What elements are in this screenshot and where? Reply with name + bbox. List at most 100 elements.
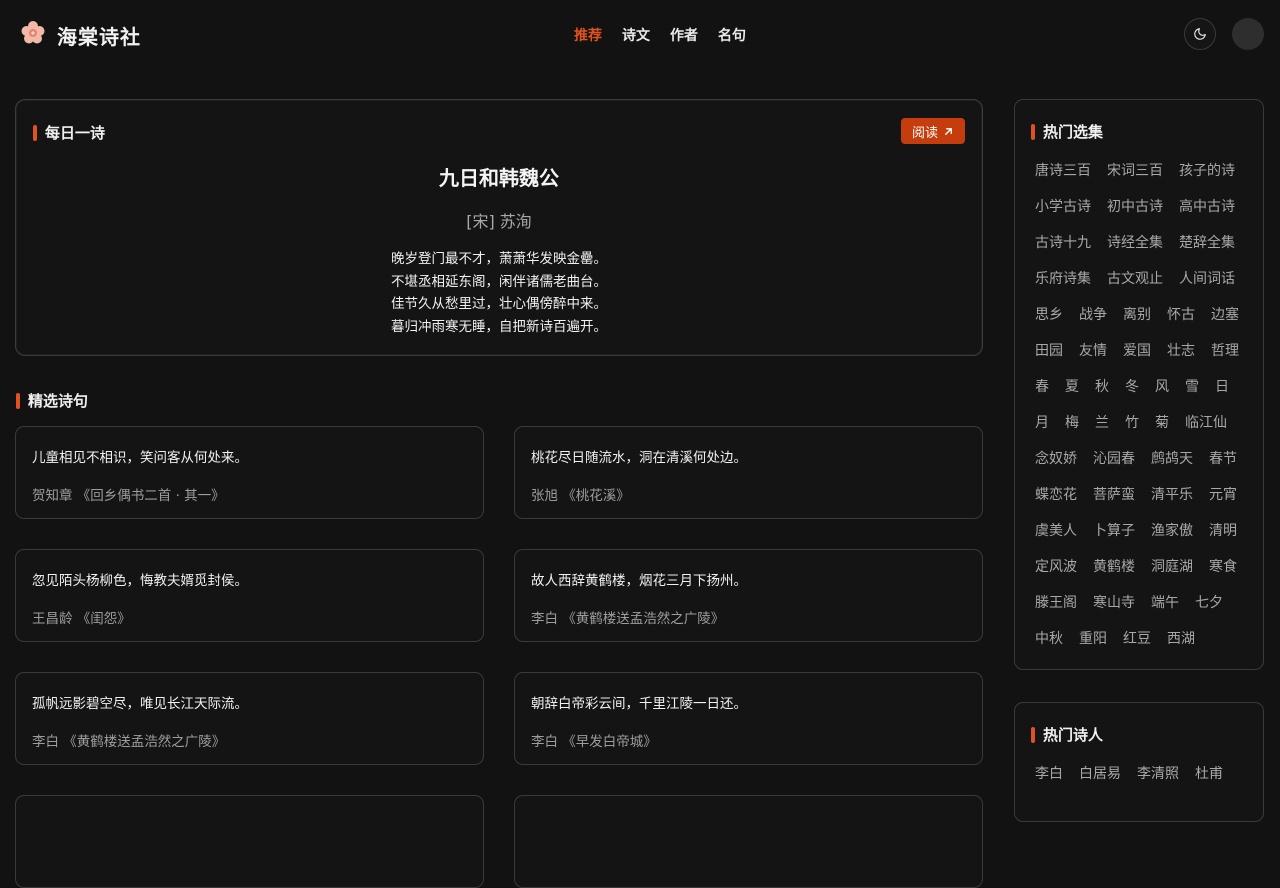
quote-card[interactable]: 桃花尽日随流水，洞在清溪何处边。 张旭 《桃花溪》: [514, 426, 983, 519]
quote-source: 王昌龄 《闺怨》: [32, 611, 131, 627]
collection-tag[interactable]: 初中古诗: [1107, 198, 1163, 217]
collection-tag[interactable]: 哲理: [1211, 342, 1239, 361]
nav-item-poems[interactable]: 诗文: [622, 25, 650, 45]
collection-tag[interactable]: 菊: [1155, 414, 1169, 433]
collection-tag[interactable]: 人间词话: [1179, 270, 1235, 289]
quote-card[interactable]: 儿童相见不相识，笑问客从何处来。 贺知章 《回乡偶书二首 · 其一》: [15, 426, 484, 519]
quote-card[interactable]: [15, 795, 484, 888]
collection-tag[interactable]: 兰: [1095, 414, 1109, 433]
nav-item-authors[interactable]: 作者: [670, 25, 698, 45]
avatar[interactable]: [1232, 18, 1264, 50]
collection-tag[interactable]: 日: [1215, 378, 1229, 397]
quote-card[interactable]: 朝辞白帝彩云间，千里江陵一日还。 李白 《早发白帝城》: [514, 672, 983, 765]
collection-tag[interactable]: 竹: [1125, 414, 1139, 433]
collection-tag[interactable]: 孩子的诗: [1179, 162, 1235, 181]
poem-line: 暮归冲雨寒无睡，自把新诗百遍开。: [391, 319, 607, 336]
poets-card: 热门诗人 李白 白居易 李清照 杜甫: [1014, 702, 1264, 822]
arrow-up-right-icon: [945, 127, 952, 135]
collection-tag[interactable]: 沁园春: [1093, 450, 1135, 469]
poem-author[interactable]: [宋] 苏洵: [16, 208, 982, 232]
collection-tag[interactable]: 梅: [1065, 414, 1079, 433]
accent-bar: [33, 124, 37, 141]
quote-card[interactable]: 故人西辞黄鹤楼，烟花三月下扬州。 李白 《黄鹤楼送孟浩然之广陵》: [514, 549, 983, 642]
poem-line: 晚岁登门最不才，萧萧华发映金罍。: [391, 251, 607, 267]
collection-tag[interactable]: 春: [1035, 378, 1049, 397]
collection-tag[interactable]: 虞美人: [1035, 522, 1077, 541]
collection-tag[interactable]: 定风波: [1035, 558, 1077, 577]
collection-tag[interactable]: 临江仙: [1185, 414, 1227, 433]
collection-tag[interactable]: 月: [1035, 414, 1049, 433]
collection-tag[interactable]: 念奴娇: [1035, 450, 1077, 469]
collection-tag[interactable]: 蝶恋花: [1035, 486, 1077, 505]
collection-tag[interactable]: 端午: [1151, 594, 1179, 613]
collection-tag[interactable]: 爱国: [1123, 342, 1151, 361]
collection-tag[interactable]: 元宵: [1209, 486, 1237, 505]
collections-section-title: 热门选集: [1031, 121, 1103, 142]
collection-tag[interactable]: 战争: [1079, 306, 1107, 325]
theme-toggle-button[interactable]: [1184, 18, 1216, 50]
collection-tag[interactable]: 渔家傲: [1151, 522, 1193, 541]
collection-tag[interactable]: 重阳: [1079, 630, 1107, 649]
nav-item-recommend[interactable]: 推荐: [574, 25, 602, 45]
collection-tag[interactable]: 高中古诗: [1179, 198, 1235, 217]
collection-tag[interactable]: 滕王阁: [1035, 594, 1077, 613]
collection-tag[interactable]: 鹧鸪天: [1151, 450, 1193, 469]
collection-tag[interactable]: 秋: [1095, 378, 1109, 397]
collection-tag[interactable]: 洞庭湖: [1151, 558, 1193, 577]
poem-body: 晚岁登门最不才，萧萧华发映金罍。 不堪丞相延东阁，闲伴诸儒老曲台。 佳节久从愁里…: [16, 248, 982, 339]
collection-tag[interactable]: 清明: [1209, 522, 1237, 541]
collection-tag[interactable]: 红豆: [1123, 630, 1151, 649]
read-button[interactable]: 阅读: [901, 118, 965, 144]
brand-name[interactable]: 海棠诗社: [57, 21, 141, 50]
quote-text: 孤帆远影碧空尽，唯见长江天际流。: [32, 696, 248, 712]
collections-card: 热门选集 唐诗三百 宋词三百 孩子的诗小学古诗 初中古诗 高中古诗古诗十九 诗经全集 楚辞全…: [1014, 99, 1264, 670]
collection-tag[interactable]: 风: [1155, 378, 1169, 397]
collection-tag[interactable]: 乐府诗集: [1035, 270, 1091, 289]
poem-line: 佳节久从愁里过，壮心偶傍醉中来。: [391, 296, 607, 313]
read-button-label: 阅读: [911, 125, 938, 141]
quote-text: 儿童相见不相识，笑问客从何处来。: [32, 450, 248, 466]
collection-tag[interactable]: 唐诗三百: [1035, 162, 1091, 181]
collection-tag[interactable]: 寒食: [1209, 558, 1237, 577]
nav-item-quotes[interactable]: 名句: [718, 25, 746, 45]
collection-tag[interactable]: 怀古: [1167, 306, 1195, 325]
collection-tag[interactable]: 古诗十九: [1035, 234, 1091, 253]
collection-tag[interactable]: 思乡: [1035, 306, 1063, 325]
poet-tag[interactable]: 白居易: [1079, 765, 1121, 784]
collection-tag[interactable]: 离别: [1123, 306, 1151, 325]
quote-card[interactable]: 孤帆远影碧空尽，唯见长江天际流。 李白 《黄鹤楼送孟浩然之广陵》: [15, 672, 484, 765]
top-header: 海棠诗社 推荐 诗文 作者 名句: [0, 0, 1280, 68]
collection-tag[interactable]: 宋词三百: [1107, 162, 1163, 181]
collection-tag[interactable]: 西湖: [1167, 630, 1195, 649]
collection-tag[interactable]: 壮志: [1167, 342, 1195, 361]
collection-tag[interactable]: 冬: [1125, 378, 1139, 397]
quote-card[interactable]: 忽见陌头杨柳色，悔教夫婿觅封侯。 王昌龄 《闺怨》: [15, 549, 484, 642]
collection-tag[interactable]: 清平乐: [1151, 486, 1193, 505]
collection-tag[interactable]: 卜算子: [1093, 522, 1135, 541]
collection-tag[interactable]: 友情: [1079, 342, 1107, 361]
collection-tag[interactable]: 田园: [1035, 342, 1063, 361]
quote-source: 李白 《黄鹤楼送孟浩然之广陵》: [531, 611, 725, 627]
collection-tag[interactable]: 楚辞全集: [1179, 234, 1235, 253]
collection-tag[interactable]: 小学古诗: [1035, 198, 1091, 217]
poet-tag[interactable]: 李清照: [1137, 765, 1179, 784]
collection-tag[interactable]: 七夕: [1195, 594, 1223, 613]
poet-tag[interactable]: 李白: [1035, 765, 1063, 784]
collection-tag[interactable]: 边塞: [1211, 306, 1239, 325]
collection-tag[interactable]: 诗经全集: [1107, 234, 1163, 253]
collection-tag[interactable]: 古文观止: [1107, 270, 1163, 289]
flower-icon[interactable]: [20, 20, 46, 46]
collection-tag[interactable]: 菩萨蛮: [1093, 486, 1135, 505]
collection-tag[interactable]: 春节: [1209, 450, 1237, 469]
collection-tag[interactable]: 雪: [1185, 378, 1199, 397]
poem-title[interactable]: 九日和韩魏公: [16, 162, 982, 191]
moon-icon: [1194, 28, 1206, 40]
quote-card[interactable]: [514, 795, 983, 888]
collection-tag[interactable]: 夏: [1065, 378, 1079, 397]
collections-section-label: 热门选集: [1043, 123, 1104, 141]
collection-tag[interactable]: 中秋: [1035, 630, 1063, 649]
collection-tag[interactable]: 黄鹤楼: [1093, 558, 1135, 577]
accent-bar: [1031, 726, 1035, 743]
poet-tag[interactable]: 杜甫: [1195, 765, 1223, 784]
collection-tag[interactable]: 寒山寺: [1093, 594, 1135, 613]
